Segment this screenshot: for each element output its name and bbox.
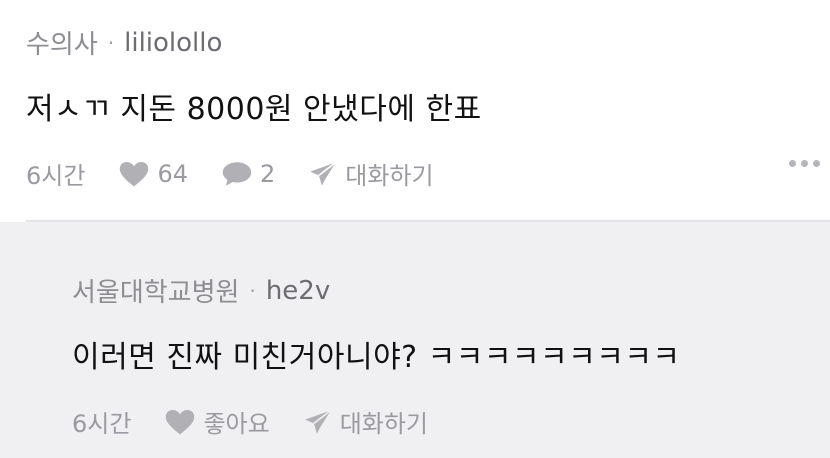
post-actions: 6시간 64 2 대화하기 [26,156,468,191]
chat-button[interactable]: 대화하기 [309,156,434,191]
send-icon [310,161,337,186]
like-label: 좋아요 [203,410,270,438]
post-username[interactable]: liliolollo [124,28,222,58]
comment-count: 2 [259,159,276,188]
reply-time-label: 6시간 [72,410,132,438]
comment-button[interactable]: 2 [222,160,275,188]
more-icon[interactable] [789,160,820,167]
reply-meta: 서울대학교병원 · he2v [72,272,330,309]
chat-label: 대화하기 [339,410,429,438]
reply-actions: 6시간 좋아요 대화하기 [72,404,462,439]
separator-dot: · [107,30,115,55]
chat-label: 대화하기 [345,162,434,190]
separator-dot: · [249,278,256,303]
heart-icon [120,161,149,186]
reply-like-button[interactable]: 좋아요 [165,404,270,439]
post-time-label: 6시간 [26,162,86,190]
reply-card: 서울대학교병원 · he2v 이러면 진짜 미친거아니야? ㅋㅋㅋㅋㅋㅋㅋㅋㅋ … [0,222,830,458]
post-time: 6시간 [26,156,85,191]
send-icon [304,409,332,434]
reply-text: 이러면 진짜 미친거아니야? ㅋㅋㅋㅋㅋㅋㅋㅋㅋ [72,340,681,375]
reply-school: 서울대학교병원 [72,278,240,308]
heart-icon [166,409,195,434]
comment-icon [222,161,252,186]
reply-username[interactable]: he2v [266,276,330,306]
post-card: 수의사 · liliolollo 저ㅅㄲ 지돈 8000원 안냈다에 한표 6시… [0,0,830,220]
like-button[interactable]: 64 [119,160,188,188]
more-dot [789,160,796,167]
reply-time: 6시간 [72,404,131,439]
post-school: 수의사 [26,30,98,60]
post-text: 저ㅅㄲ 지돈 8000원 안냈다에 한표 [26,92,482,127]
post-meta: 수의사 · liliolollo [26,24,222,61]
more-dot [813,160,820,167]
like-count: 64 [157,159,188,188]
reply-chat-button[interactable]: 대화하기 [304,404,428,439]
more-dot [801,160,808,167]
